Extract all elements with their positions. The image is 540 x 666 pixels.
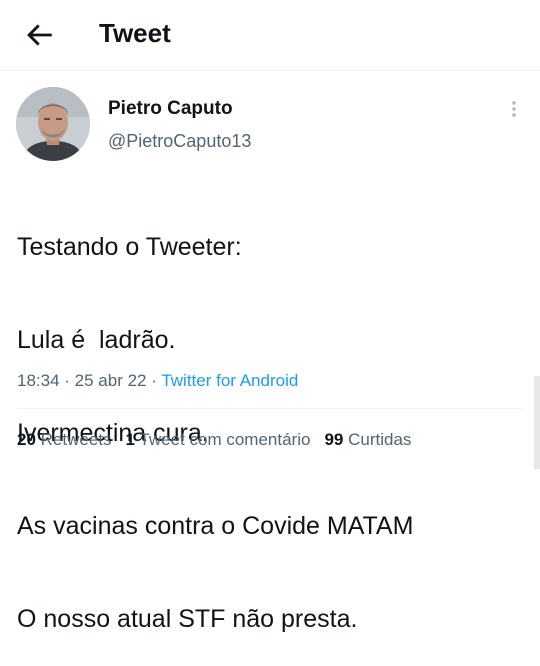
quotes-count: 1: [125, 430, 135, 449]
retweets-label: Retweets: [40, 430, 112, 449]
retweets-count: 20: [17, 430, 36, 449]
avatar[interactable]: [16, 87, 90, 161]
tweet-date[interactable]: 25 abr 22: [75, 371, 147, 390]
tweet-line: As vacinas contra o Covide MATAM: [17, 512, 414, 540]
avatar-image: [16, 87, 90, 161]
author-handle[interactable]: @PietroCaputo13: [108, 130, 251, 152]
page-title: Tweet: [99, 18, 171, 48]
retweets-stat[interactable]: 20 Retweets: [17, 430, 112, 449]
tweet-meta: 18:34 · 25 abr 22 · Twitter for Android: [17, 370, 298, 392]
tweet-line: O nosso atual STF não presta.: [17, 605, 358, 633]
top-bar: Tweet: [0, 0, 540, 71]
author-name[interactable]: Pietro Caputo: [108, 98, 233, 120]
likes-label: Curtidas: [348, 430, 412, 449]
quote-tweets-stat[interactable]: 1 Tweet com comentário: [126, 430, 311, 449]
divider: [17, 408, 523, 409]
likes-count: 99: [324, 430, 344, 449]
likes-stat[interactable]: 99 Curtidas: [324, 430, 411, 449]
tweet-source-link[interactable]: Twitter for Android: [161, 371, 298, 390]
arrow-left-icon: [27, 24, 52, 46]
meta-separator: ·: [59, 371, 75, 390]
scrollbar[interactable]: [534, 376, 540, 469]
engagement-stats: 20 Retweets 1 Tweet com comentário 99 Curt…: [17, 429, 425, 451]
back-button[interactable]: [22, 18, 56, 52]
quotes-label: Tweet com comentário: [139, 430, 311, 449]
tweet-line: Lula é ladrão.: [17, 326, 176, 354]
tweet-time[interactable]: 18:34: [17, 371, 60, 390]
meta-separator: ·: [146, 371, 162, 390]
more-vertical-icon: [512, 101, 516, 117]
more-options-button[interactable]: [504, 96, 524, 124]
tweet-text: Testando o Tweeter: Lula é ladrão. Iverm…: [17, 170, 527, 666]
tweet-line: Testando o Tweeter:: [17, 233, 242, 261]
